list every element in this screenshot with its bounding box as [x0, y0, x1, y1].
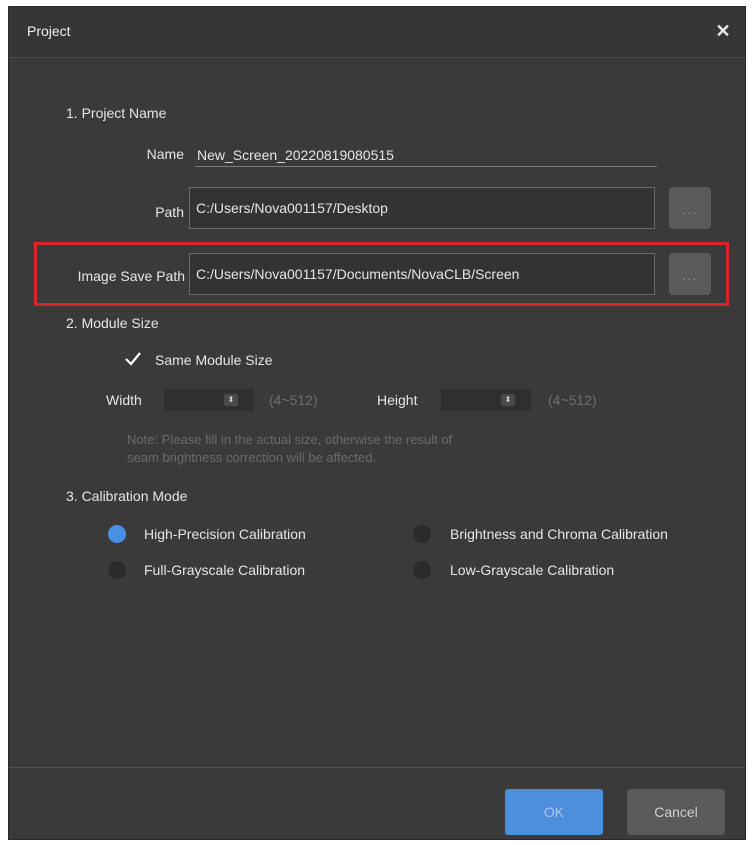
name-label: Name — [146, 146, 184, 162]
radio-full-grayscale-label: Full-Grayscale Calibration — [144, 562, 306, 578]
image-save-path-label: Image Save Path — [77, 268, 185, 284]
footer-divider — [9, 767, 745, 768]
close-icon[interactable]: ✕ — [713, 21, 733, 41]
dialog-title: Project — [27, 23, 71, 39]
ok-button[interactable]: OK — [505, 789, 603, 835]
radio-full-grayscale[interactable] — [108, 561, 126, 579]
name-field[interactable]: New_Screen_20220819080515 — [195, 144, 657, 167]
radio-brightness-chroma-label: Brightness and Chroma Calibration — [450, 526, 668, 542]
width-range: (4~512) — [269, 392, 318, 408]
note-line-1: Note: Please fill in the actual size, ot… — [127, 432, 453, 447]
title-bar: Project ✕ — [9, 7, 745, 58]
same-module-size-label: Same Module Size — [155, 352, 273, 368]
image-save-path-browse-button[interactable]: ... — [669, 253, 711, 295]
width-label: Width — [106, 392, 142, 408]
height-spinbox[interactable]: ⬍ — [441, 389, 531, 411]
path-field[interactable]: C:/Users/Nova001157/Desktop — [189, 187, 655, 229]
width-spin-arrows-icon[interactable]: ⬍ — [224, 394, 238, 406]
section-project-name-heading: 1. Project Name — [66, 105, 167, 121]
radio-low-grayscale[interactable] — [413, 561, 431, 579]
width-spinbox[interactable]: ⬍ — [164, 389, 254, 411]
path-label: Path — [155, 204, 184, 220]
radio-brightness-chroma[interactable] — [413, 525, 431, 543]
section-calibration-mode-heading: 3. Calibration Mode — [66, 488, 188, 504]
path-browse-button[interactable]: ... — [669, 187, 711, 229]
radio-high-precision[interactable] — [108, 525, 126, 543]
height-range: (4~512) — [548, 392, 597, 408]
radio-high-precision-label: High-Precision Calibration — [144, 526, 306, 542]
image-save-path-field[interactable]: C:/Users/Nova001157/Documents/NovaCLB/Sc… — [189, 253, 655, 295]
section-module-size-heading: 2. Module Size — [66, 315, 159, 331]
same-module-size-checkbox[interactable] — [125, 351, 141, 367]
project-dialog: Project ✕ 1. Project Name Name New_Scree… — [8, 6, 746, 840]
height-label: Height — [377, 392, 418, 408]
note-line-2: seam brightness correction will be affec… — [127, 450, 377, 465]
module-size-note: Note: Please fill in the actual size, ot… — [127, 431, 607, 467]
height-spin-arrows-icon[interactable]: ⬍ — [501, 394, 515, 406]
radio-low-grayscale-label: Low-Grayscale Calibration — [450, 562, 615, 578]
cancel-button[interactable]: Cancel — [627, 789, 725, 835]
